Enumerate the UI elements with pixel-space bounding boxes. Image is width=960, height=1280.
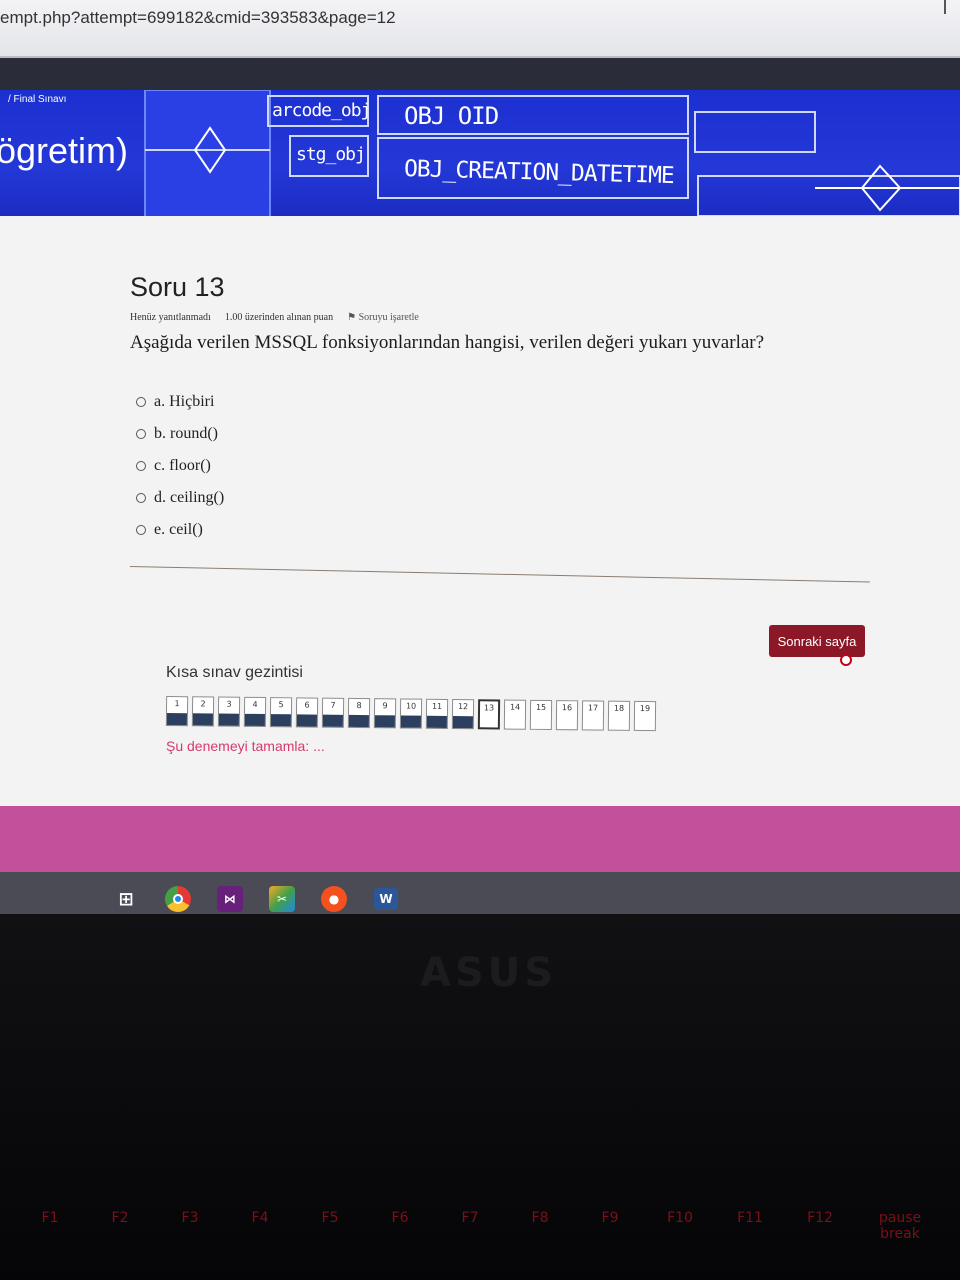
- radio-button[interactable]: [136, 397, 146, 407]
- nav-button-2[interactable]: 2: [191, 696, 215, 727]
- nav-button-7[interactable]: 7: [321, 697, 345, 728]
- visual-studio-icon: ⋈: [217, 886, 243, 912]
- answer-option-e[interactable]: e. ceil(): [136, 514, 224, 546]
- nav-button-3[interactable]: 3: [217, 696, 241, 727]
- quiz-navigation-buttons: 1 2 3 4 5 6 7 8 9 10 11 12 13 14 15 16 1…: [165, 696, 657, 732]
- chrome-icon: [165, 886, 191, 912]
- question-text: Aşağıda verilen MSSQL fonksiyonlarından …: [130, 332, 765, 353]
- footer-bar: [0, 806, 960, 874]
- key-f6: F6: [391, 1210, 409, 1226]
- answer-option-a[interactable]: a. Hiçbiri: [136, 386, 224, 418]
- nav-button-17[interactable]: 17: [581, 700, 605, 731]
- url-text[interactable]: empt.php?attempt=699182&cmid=393583&page…: [0, 8, 396, 28]
- finish-attempt-link[interactable]: Şu denemeyi tamamla: ...: [166, 738, 325, 754]
- browser-url-bar[interactable]: empt.php?attempt=699182&cmid=393583&page…: [0, 0, 960, 58]
- quiz-navigation-title: Kısa sınav gezintisi: [166, 664, 303, 681]
- nav-button-13[interactable]: 13: [477, 699, 501, 730]
- question-info: Henüz yanıtlanmadı 1.00 üzerinden alınan…: [130, 312, 419, 323]
- key-f11: F11: [737, 1210, 763, 1226]
- key-f3: F3: [181, 1210, 199, 1226]
- answer-label: b. round(): [154, 425, 218, 442]
- nav-button-5[interactable]: 5: [269, 697, 293, 728]
- nav-button-1[interactable]: 1: [165, 696, 189, 727]
- flag-icon: ⚑: [347, 312, 359, 323]
- answer-option-c[interactable]: c. floor(): [136, 450, 224, 482]
- question-points: 1.00 üzerinden alınan puan: [224, 312, 334, 323]
- key-f12: F12: [807, 1210, 833, 1226]
- nav-button-10[interactable]: 10: [399, 698, 423, 729]
- quiz-page: Soru 13 Henüz yanıtlanmadı 1.00 üzerinde…: [0, 216, 960, 810]
- nav-button-16[interactable]: 16: [555, 700, 579, 731]
- mouse-cursor-icon: [840, 654, 852, 666]
- flag-question-link[interactable]: ⚑ Soruyu işaretle: [347, 312, 419, 323]
- answer-option-d[interactable]: d. ceiling(): [136, 482, 224, 514]
- radio-button[interactable]: [136, 525, 146, 535]
- brand-logo: ASUS: [420, 950, 558, 996]
- answer-label: c. floor(): [154, 457, 211, 474]
- nav-button-11[interactable]: 11: [425, 698, 449, 729]
- course-title: ögretim): [0, 130, 129, 171]
- key-f1: F1: [41, 1210, 59, 1226]
- snipping-tool-icon: ✂: [269, 886, 295, 912]
- radio-button[interactable]: [136, 461, 146, 471]
- nav-button-4[interactable]: 4: [243, 696, 267, 728]
- radio-button[interactable]: [136, 493, 146, 503]
- browser-toolbar-strip: [0, 58, 960, 92]
- task-view-icon: ⊞: [118, 888, 134, 910]
- answer-list: a. Hiçbiri b. round() c. floor() d. ceil…: [136, 386, 224, 546]
- answer-option-b[interactable]: b. round(): [136, 418, 224, 450]
- diagram-label-arcode: arcode_obj: [272, 100, 371, 121]
- key-f7: F7: [461, 1210, 479, 1226]
- key-f4: F4: [251, 1210, 269, 1226]
- key-f10: F10: [667, 1210, 693, 1226]
- window-edge: [944, 0, 946, 14]
- app-orange-icon: ●: [321, 886, 347, 912]
- key-pause-break: pause break: [878, 1210, 922, 1242]
- nav-button-12[interactable]: 12: [451, 698, 475, 730]
- key-f2: F2: [111, 1210, 129, 1226]
- nav-button-9[interactable]: 9: [373, 698, 397, 729]
- answer-label: e. ceil(): [154, 521, 203, 538]
- nav-button-6[interactable]: 6: [295, 697, 319, 728]
- nav-button-19[interactable]: 19: [633, 700, 657, 732]
- course-banner: / Final Sınavı ögretim) arcode_obj OBJ O…: [0, 90, 960, 218]
- divider: [129, 566, 870, 583]
- next-page-button[interactable]: Sonraki sayfa: [769, 625, 865, 657]
- question-status: Henüz yanıtlanmadı: [130, 312, 211, 323]
- answer-label: d. ceiling(): [154, 489, 225, 506]
- keyboard-function-row: F1 F2 F3 F4 F5 F6 F7 F8 F9 F10 F11 F12 p…: [0, 1190, 960, 1280]
- breadcrumb[interactable]: / Final Sınavı: [8, 94, 66, 105]
- radio-button[interactable]: [136, 429, 146, 439]
- word-icon: W: [374, 888, 398, 910]
- question-number: Soru 13: [130, 272, 225, 302]
- key-f9: F9: [601, 1210, 619, 1226]
- nav-button-14[interactable]: 14: [503, 699, 527, 730]
- key-f5: F5: [321, 1210, 339, 1226]
- diagram-label-oid: OBJ OID: [404, 102, 499, 130]
- nav-button-18[interactable]: 18: [607, 700, 631, 731]
- flag-label: Soruyu işaretle: [358, 312, 419, 323]
- diagram-label-stg: stg_obj: [296, 144, 366, 165]
- key-f8: F8: [531, 1210, 549, 1226]
- nav-button-8[interactable]: 8: [347, 697, 371, 729]
- nav-button-15[interactable]: 15: [529, 699, 553, 731]
- answer-label: a. Hiçbiri: [154, 393, 215, 410]
